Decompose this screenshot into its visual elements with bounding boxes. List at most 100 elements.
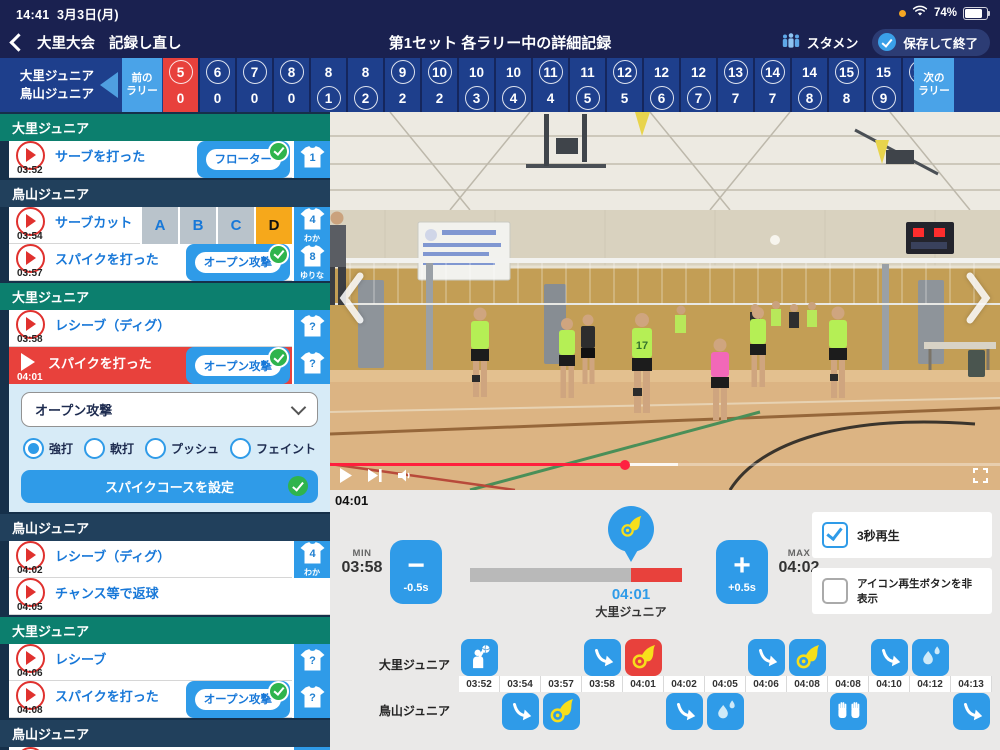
marker-team: 大里ジュニア: [580, 603, 682, 620]
radio-circle-icon[interactable]: [230, 438, 251, 459]
quality-rating-buttons: ABCD: [140, 207, 292, 244]
play-button[interactable]: [340, 468, 353, 488]
prev-rally-button[interactable]: 前の ラリー: [122, 58, 162, 112]
rally-column-3[interactable]: 70: [237, 58, 274, 112]
rally-column-10[interactable]: 104: [496, 58, 533, 112]
hands-event-icon[interactable]: [830, 693, 867, 730]
scrubber-track[interactable]: [470, 568, 682, 582]
radio-option[interactable]: フェイント: [230, 438, 316, 459]
rally-column-20[interactable]: 159: [866, 58, 903, 112]
receive-event-icon[interactable]: [748, 639, 785, 676]
rating-button-C[interactable]: C: [216, 207, 254, 244]
event-row[interactable]: レシーブ（ディグ）03:58?: [9, 310, 330, 347]
rally-column-14[interactable]: 126: [644, 58, 681, 112]
team-header-toriyama: 鳥山ジュニア: [0, 720, 330, 747]
player-jersey-button[interactable]: ?: [292, 644, 330, 681]
replay-3s-checkbox[interactable]: [822, 522, 848, 548]
radio-option[interactable]: プッシュ: [145, 438, 219, 459]
attack-type-badge[interactable]: オープン攻撃: [186, 347, 290, 384]
event-row[interactable]: サーブを打った03:52フローター1: [9, 141, 330, 178]
back-chevron-icon[interactable]: [9, 33, 27, 51]
event-row[interactable]: レシーブ04:06?: [9, 644, 330, 681]
radio-circle-icon[interactable]: [145, 438, 166, 459]
player-jersey-button[interactable]: 4わか: [292, 541, 330, 578]
rally-column-13[interactable]: 125: [607, 58, 644, 112]
rally-column-9[interactable]: 103: [459, 58, 496, 112]
drop-event-icon[interactable]: [912, 639, 949, 676]
receive-event-icon[interactable]: [666, 693, 703, 730]
scrubber-marker[interactable]: [608, 506, 654, 552]
player-jersey-button[interactable]: 11: [292, 747, 330, 750]
receive-event-icon[interactable]: [871, 639, 908, 676]
confirmed-check-icon: [268, 681, 289, 702]
min-time: 03:58: [340, 559, 384, 577]
back-button[interactable]: 大里大会: [37, 32, 95, 53]
attack-type-badge[interactable]: オープン攻撃: [186, 244, 290, 281]
rally-column-2[interactable]: 60: [200, 58, 237, 112]
rally-column-5[interactable]: 81: [311, 58, 348, 112]
player-jersey-button[interactable]: 1: [292, 141, 330, 178]
rating-button-A[interactable]: A: [140, 207, 178, 244]
player-jersey-button[interactable]: 8ゆりな: [292, 244, 330, 281]
volume-button[interactable]: [398, 469, 412, 487]
rally-score-top: 15: [835, 59, 859, 85]
attack-type-dropdown[interactable]: オープン攻撃: [21, 392, 318, 427]
rally-column-19[interactable]: 158: [829, 58, 866, 112]
receive-event-icon[interactable]: [502, 693, 539, 730]
radio-circle-icon[interactable]: [23, 438, 44, 459]
receive-event-icon[interactable]: [584, 639, 621, 676]
player-jersey-button[interactable]: ?: [292, 310, 330, 347]
spike-event-icon[interactable]: [625, 639, 662, 676]
rating-button-B[interactable]: B: [178, 207, 216, 244]
next-rally-button[interactable]: 次の ラリー: [914, 58, 954, 112]
event-row[interactable]: スパイクを打った04:01オープン攻撃?: [9, 347, 330, 384]
attack-type-badge[interactable]: オープン攻撃: [186, 681, 290, 718]
rally-column-17[interactable]: 147: [755, 58, 792, 112]
event-row[interactable]: チャンス等で返球04:05: [9, 578, 330, 615]
rally-column-11[interactable]: 114: [533, 58, 570, 112]
lineup-button[interactable]: スタメン: [781, 33, 859, 52]
rally-column-1[interactable]: 50: [163, 58, 200, 112]
event-row[interactable]: レシーブ（ディグ）04:024わか: [9, 541, 330, 578]
scroll-left-arrow[interactable]: [100, 72, 118, 98]
next-frame-button[interactable]: [368, 469, 383, 487]
rally-column-12[interactable]: 115: [570, 58, 607, 112]
rally-column-16[interactable]: 137: [718, 58, 755, 112]
rally-column-18[interactable]: 148: [792, 58, 829, 112]
video-prev-chevron[interactable]: [336, 270, 366, 326]
hide-icons-checkbox[interactable]: [822, 578, 848, 604]
video-next-chevron[interactable]: [964, 270, 994, 326]
set-spike-course-button[interactable]: スパイクコースを設定: [21, 470, 318, 503]
player-jersey-button[interactable]: 4わか: [292, 207, 330, 244]
radio-option[interactable]: 軟打: [84, 438, 134, 459]
spike-event-icon[interactable]: [789, 639, 826, 676]
drop-event-icon[interactable]: [707, 693, 744, 730]
event-row[interactable]: サーブカット03:54ABCD4わか: [9, 207, 330, 244]
rally-column-7[interactable]: 92: [385, 58, 422, 112]
play-event-icon[interactable]: [16, 350, 38, 375]
event-label: スパイクを打った: [48, 353, 152, 372]
event-row[interactable]: スパイクを打った04:08オープン攻撃?: [9, 681, 330, 718]
plus-half-second-button[interactable]: + +0.5s: [716, 540, 768, 604]
event-row[interactable]: スパイクを打った03:57オープン攻撃8ゆりな: [9, 244, 330, 281]
timeline-slot: [787, 638, 828, 676]
radio-circle-icon[interactable]: [84, 438, 105, 459]
hide-icons-option: アイコン再生ボタンを非表示: [812, 568, 992, 614]
redo-record-button[interactable]: 記録し直し: [109, 32, 182, 53]
badge-label: オープン攻撃: [193, 353, 283, 378]
save-and-exit-button[interactable]: 保存して終了: [872, 29, 990, 56]
spike-event-icon[interactable]: [543, 693, 580, 730]
rally-column-6[interactable]: 82: [348, 58, 385, 112]
fullscreen-button[interactable]: [973, 468, 988, 488]
rally-column-4[interactable]: 80: [274, 58, 311, 112]
rally-column-15[interactable]: 127: [681, 58, 718, 112]
player-jersey-button[interactable]: ?: [292, 347, 330, 384]
serve-event-icon[interactable]: [461, 639, 498, 676]
receive-event-icon[interactable]: [953, 693, 990, 730]
rating-button-D[interactable]: D: [254, 207, 292, 244]
radio-option[interactable]: 強打: [23, 438, 73, 459]
minus-half-second-button[interactable]: − -0.5s: [390, 540, 442, 604]
player-jersey-button[interactable]: ?: [292, 681, 330, 718]
attack-type-badge[interactable]: フローター: [197, 141, 291, 178]
rally-column-8[interactable]: 102: [422, 58, 459, 112]
